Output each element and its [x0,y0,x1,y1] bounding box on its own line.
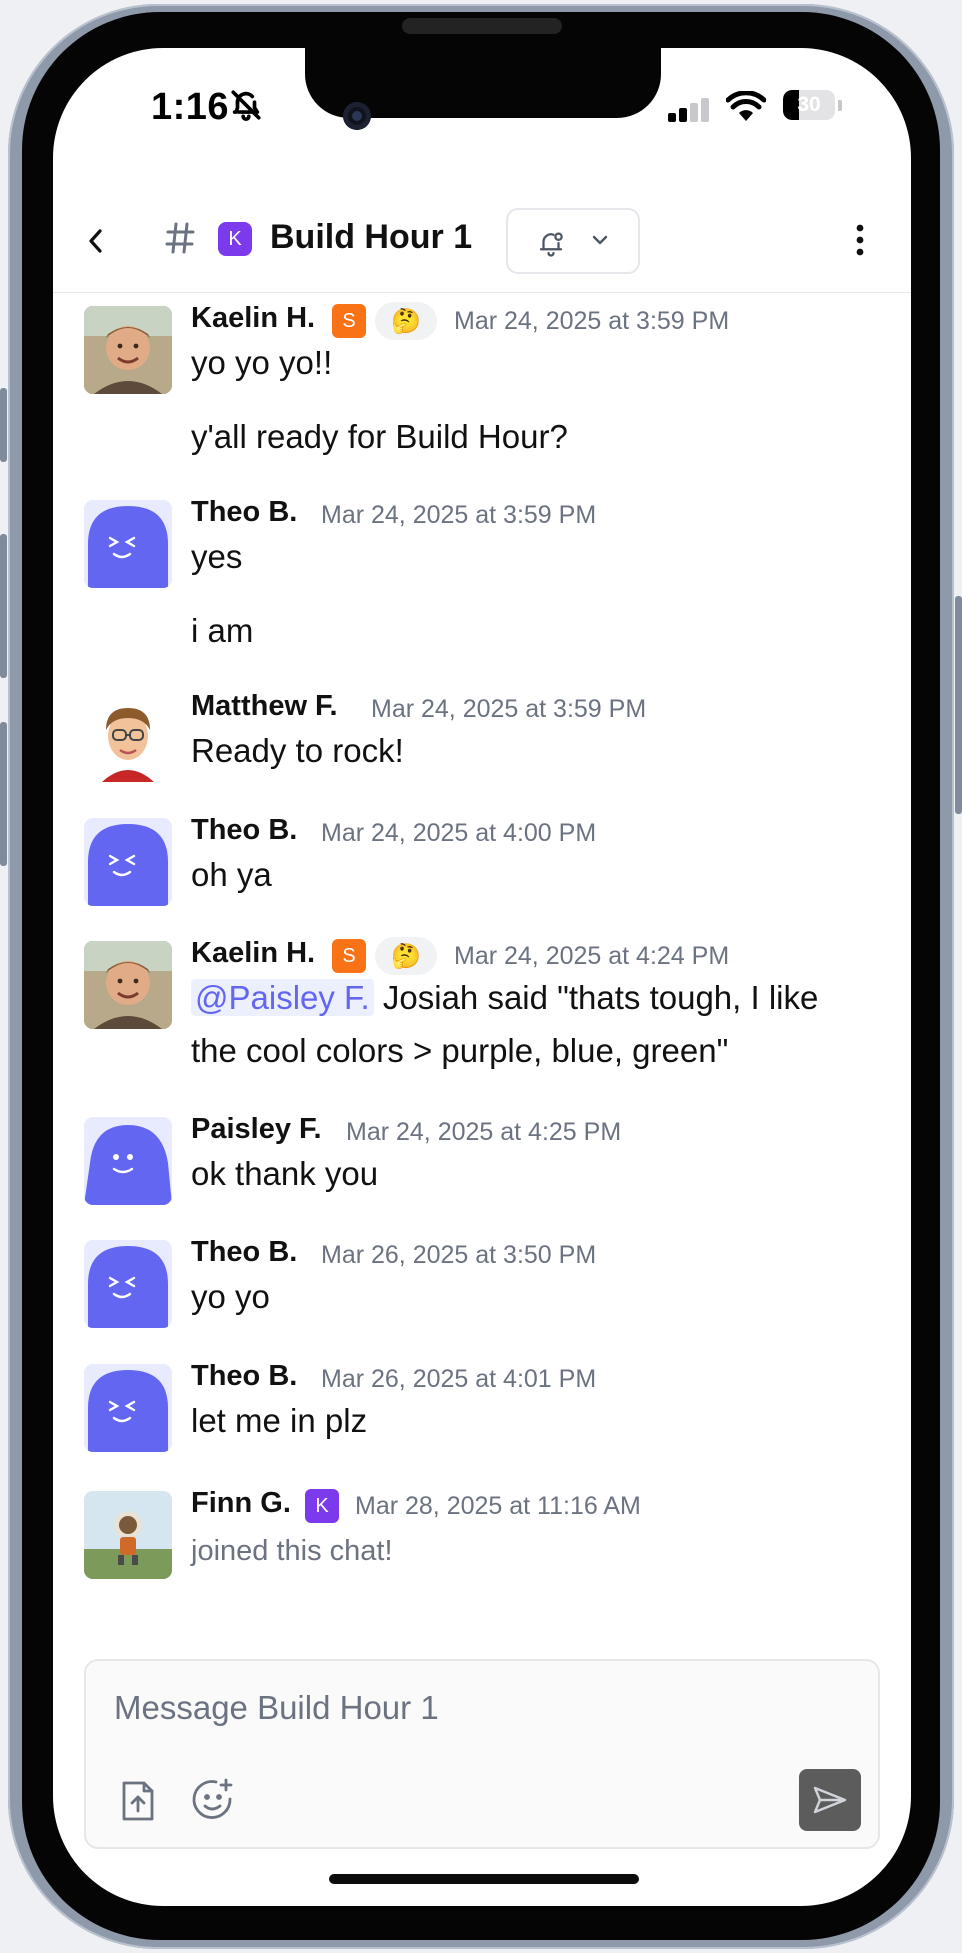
earpiece-speaker [402,18,562,34]
message-text: oh ya [191,856,272,893]
message-author[interactable]: Theo B. [191,814,297,847]
message-timestamp: Mar 24, 2025 at 4:25 PM [346,1118,622,1146]
role-badge: S [332,939,366,973]
message-author[interactable]: Theo B. [191,1360,297,1393]
avatar[interactable] [84,306,172,394]
avatar[interactable] [84,1364,172,1452]
avatar[interactable] [84,818,172,906]
chevron-left-icon [89,229,102,253]
message-timestamp: Mar 24, 2025 at 4:00 PM [321,819,597,847]
back-button[interactable] [81,226,111,256]
message-text: let me in plz [191,1402,368,1439]
side-button-volume-up[interactable] [0,534,7,678]
role-badge: K [305,1489,339,1523]
message-text: ok thank you [191,1155,379,1192]
message-author[interactable]: Finn G. [191,1487,291,1520]
avatar[interactable] [84,694,172,782]
send-button[interactable] [799,1769,861,1831]
message-text: @Paisley F. Josiah said "thats tough, I … [191,971,818,1024]
message-author[interactable]: Kaelin H. [191,937,315,970]
message-timestamp: Mar 24, 2025 at 3:59 PM [321,501,597,529]
hash-icon [165,220,195,261]
role-badge: S [332,304,366,338]
phone-screen: 1:16 30 K Build Hour 1 Kaelin H. S 🤔 Mar… [53,48,911,1906]
notification-settings-button[interactable] [506,208,640,274]
channel-workspace-badge: K [218,222,252,256]
message-text: y'all ready for Build Hour? [191,418,568,455]
side-button-power[interactable] [955,596,962,814]
message-author[interactable]: Kaelin H. [191,302,315,335]
message-timestamp: Mar 26, 2025 at 3:50 PM [321,1241,597,1269]
message-author[interactable]: Paisley F. [191,1113,322,1146]
wifi-icon [725,90,767,128]
battery-percent: 30 [797,93,821,116]
user-mention[interactable]: @Paisley F. [191,979,374,1016]
battery-indicator: 30 [783,90,842,120]
status-bar: 1:16 30 [53,48,911,158]
chevron-down-icon [590,233,610,252]
message-author[interactable]: Theo B. [191,1236,297,1269]
status-time: 1:16 [151,86,230,128]
channel-header: K Build Hour 1 [53,190,911,293]
send-icon [813,1786,847,1814]
cellular-signal-icon [668,98,712,127]
reaction-chip[interactable]: 🤔 [375,302,437,340]
message-text: yo yo [191,1278,270,1315]
message-text: i am [191,612,254,649]
message-timestamp: Mar 28, 2025 at 11:16 AM [355,1492,641,1520]
bell-off-icon [229,88,263,127]
bell-settings-icon [536,228,566,263]
message-author[interactable]: Theo B. [191,496,297,529]
message-timestamp: Mar 24, 2025 at 3:59 PM [454,307,730,335]
message-author[interactable]: Matthew F. [191,690,338,723]
message-input[interactable] [112,1685,846,1731]
avatar[interactable] [84,1117,172,1205]
avatar[interactable] [84,500,172,588]
avatar[interactable] [84,941,172,1029]
side-button-volume-down[interactable] [0,722,7,866]
message-timestamp: Mar 24, 2025 at 4:24 PM [454,942,730,970]
message-text: Ready to rock! [191,732,404,769]
message-composer [84,1659,880,1849]
avatar[interactable] [84,1240,172,1328]
smiley-plus-icon [192,1778,233,1819]
message-timestamp: Mar 24, 2025 at 3:59 PM [371,695,647,723]
reaction-chip[interactable]: 🤔 [375,937,437,975]
system-message-text: joined this chat! [191,1535,393,1567]
side-button-silent[interactable] [0,388,7,462]
message-text: yo yo yo!! [191,344,333,381]
message-text-line: Josiah said "thats tough, I like [382,979,819,1016]
more-options-button[interactable] [853,220,867,265]
emoji-picker-button[interactable] [190,1777,236,1828]
avatar[interactable] [84,1491,172,1579]
channel-title: Build Hour 1 [270,218,473,256]
message-timestamp: Mar 26, 2025 at 4:01 PM [321,1365,597,1393]
vertical-ellipsis-icon [856,224,864,256]
home-indicator [329,1874,639,1884]
upload-file-button[interactable] [118,1779,158,1828]
file-upload-icon [122,1781,154,1821]
message-text: yes [191,538,243,575]
message-text: the cool colors > purple, blue, green" [191,1032,729,1069]
